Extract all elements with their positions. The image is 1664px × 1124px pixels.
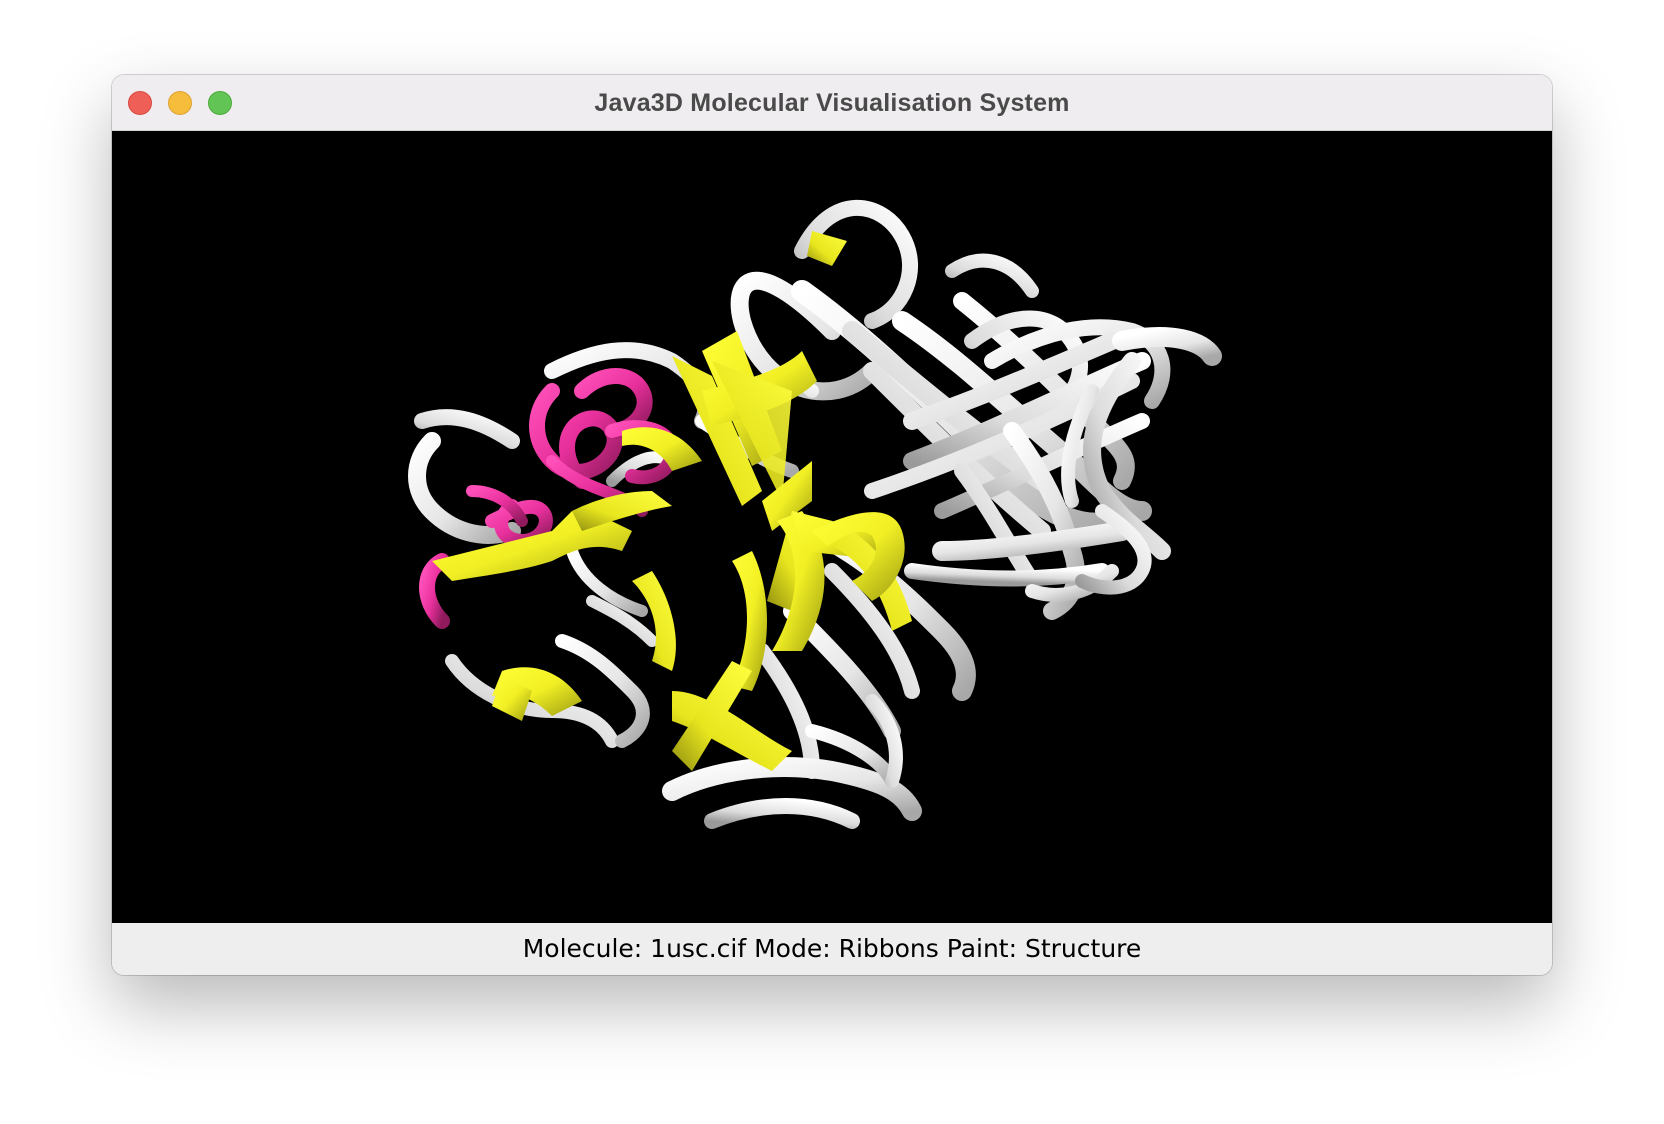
- app-window: Java3D Molecular Visualisation System Mo…: [112, 75, 1552, 975]
- ribbon-model: [408, 199, 1222, 829]
- molecule-3d-viewport[interactable]: [112, 131, 1552, 923]
- desktop: Java3D Molecular Visualisation System Mo…: [0, 0, 1664, 1124]
- window-title: Java3D Molecular Visualisation System: [594, 89, 1070, 117]
- status-bar: Molecule: 1usc.cif Mode: Ribbons Paint: …: [112, 923, 1552, 975]
- title-bar[interactable]: Java3D Molecular Visualisation System: [112, 75, 1552, 131]
